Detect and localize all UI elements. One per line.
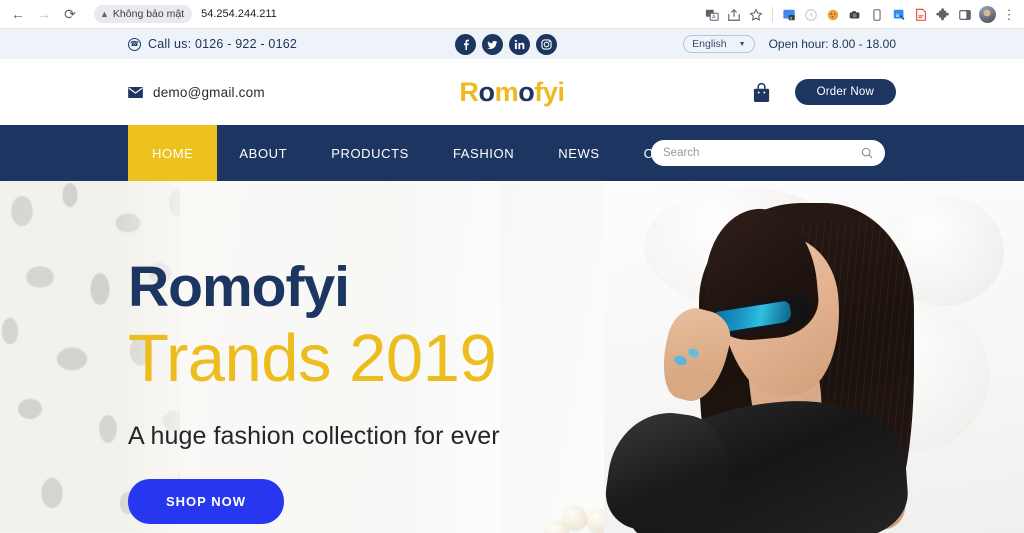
screen-capture-extension-icon[interactable]: x	[778, 4, 800, 26]
phone-number[interactable]: Call us: 0126 - 922 - 0162	[148, 37, 297, 51]
browser-toolbar: ← → ⟳ ▲ Không bảo mật 54.254.244.211 A x	[0, 0, 1024, 29]
clock-extension-icon[interactable]	[800, 4, 822, 26]
mobile-device-extension-icon[interactable]	[866, 4, 888, 26]
camera-extension-icon[interactable]	[844, 4, 866, 26]
search-icon[interactable]	[861, 147, 873, 159]
open-hour-label: Open hour: 8.00 - 18.00	[768, 37, 896, 51]
grammar-extension-icon[interactable]: a	[888, 4, 910, 26]
hero-tagline: A huge fashion collection for ever	[128, 422, 500, 451]
browser-nav-buttons: ← → ⟳	[0, 2, 82, 26]
search-input[interactable]	[663, 147, 861, 159]
logo-part-2: o	[478, 76, 495, 107]
order-now-button[interactable]: Order Now	[794, 79, 896, 105]
site-logo[interactable]: Romofyi	[459, 76, 565, 108]
shopping-bag-icon[interactable]	[752, 82, 771, 103]
twitter-icon[interactable]	[482, 33, 503, 55]
hero-section: Romofyi Trands 2019 A huge fashion colle…	[0, 181, 1024, 533]
header-actions: Order Now	[752, 79, 896, 105]
nav-item-about[interactable]: ABOUT	[217, 125, 309, 181]
linkedin-icon[interactable]	[509, 33, 530, 55]
reload-icon[interactable]: ⟳	[58, 2, 82, 26]
nav-left-spacer	[0, 125, 128, 181]
security-status-label: Không bảo mật	[112, 8, 185, 20]
nav-item-news[interactable]: NEWS	[536, 125, 621, 181]
address-bar[interactable]: ▲ Không bảo mật 54.254.244.211	[90, 4, 287, 25]
logo-part-5: fyi	[534, 76, 565, 107]
chrome-menu-glyph: ⋮	[1002, 7, 1016, 22]
social-links	[455, 33, 557, 55]
url-text: 54.254.244.211	[201, 8, 277, 20]
chevron-down-icon: ▼	[738, 40, 746, 48]
pdf-extension-icon[interactable]	[910, 4, 932, 26]
forward-arrow-icon[interactable]: →	[32, 2, 56, 26]
hero-subtitle: Trands 2019	[128, 321, 497, 396]
profile-avatar-icon[interactable]	[976, 4, 998, 26]
logo-part-4: o	[518, 76, 535, 107]
puzzle-extensions-icon[interactable]	[932, 4, 954, 26]
share-icon[interactable]	[723, 4, 745, 26]
topbar-contact: ☎ Call us: 0126 - 922 - 0162	[28, 37, 358, 51]
logo-part-1: R	[459, 76, 479, 107]
main-navigation: HOME ABOUT PRODUCTS FASHION NEWS CONTACT…	[0, 125, 1024, 181]
toolbar-divider	[772, 7, 773, 22]
browser-toolbar-icons: A x a ⋮	[701, 0, 1020, 29]
warning-triangle-icon: ▲	[100, 8, 109, 19]
translate-icon[interactable]: A	[701, 4, 723, 26]
site-topbar: ☎ Call us: 0126 - 922 - 0162 English ▼ O…	[0, 29, 1024, 59]
header-email-text: demo@gmail.com	[153, 84, 265, 100]
chrome-menu-icon[interactable]: ⋮	[998, 4, 1020, 26]
side-panel-icon[interactable]	[954, 4, 976, 26]
back-arrow-icon[interactable]: ←	[6, 2, 30, 26]
nav-item-fashion[interactable]: FASHION	[431, 125, 536, 181]
phone-icon: ☎	[128, 37, 141, 51]
shop-now-button[interactable]: SHOP NOW	[128, 479, 284, 525]
hero-title: Romofyi	[128, 255, 350, 319]
facebook-icon[interactable]	[455, 33, 476, 55]
security-status-chip[interactable]: ▲ Không bảo mật	[94, 5, 193, 23]
svg-text:A: A	[712, 14, 716, 20]
header-email[interactable]: demo@gmail.com	[128, 85, 265, 100]
logo-part-3: m	[494, 76, 519, 107]
nav-item-products[interactable]: PRODUCTS	[309, 125, 431, 181]
bookmark-star-icon[interactable]	[745, 4, 767, 26]
nav-item-home[interactable]: HOME	[128, 125, 218, 181]
search-box[interactable]	[651, 140, 885, 166]
topbar-right: English ▼ Open hour: 8.00 - 18.00	[683, 35, 896, 53]
instagram-icon[interactable]	[536, 33, 557, 55]
hero-content: Romofyi Trands 2019 A huge fashion colle…	[128, 181, 748, 525]
site-header: demo@gmail.com Romofyi Order Now	[0, 59, 1024, 125]
language-label: English	[692, 38, 727, 50]
svg-text:a: a	[895, 11, 899, 18]
envelope-icon	[128, 86, 143, 98]
cookie-extension-icon[interactable]	[822, 4, 844, 26]
language-selector[interactable]: English ▼	[683, 35, 755, 53]
